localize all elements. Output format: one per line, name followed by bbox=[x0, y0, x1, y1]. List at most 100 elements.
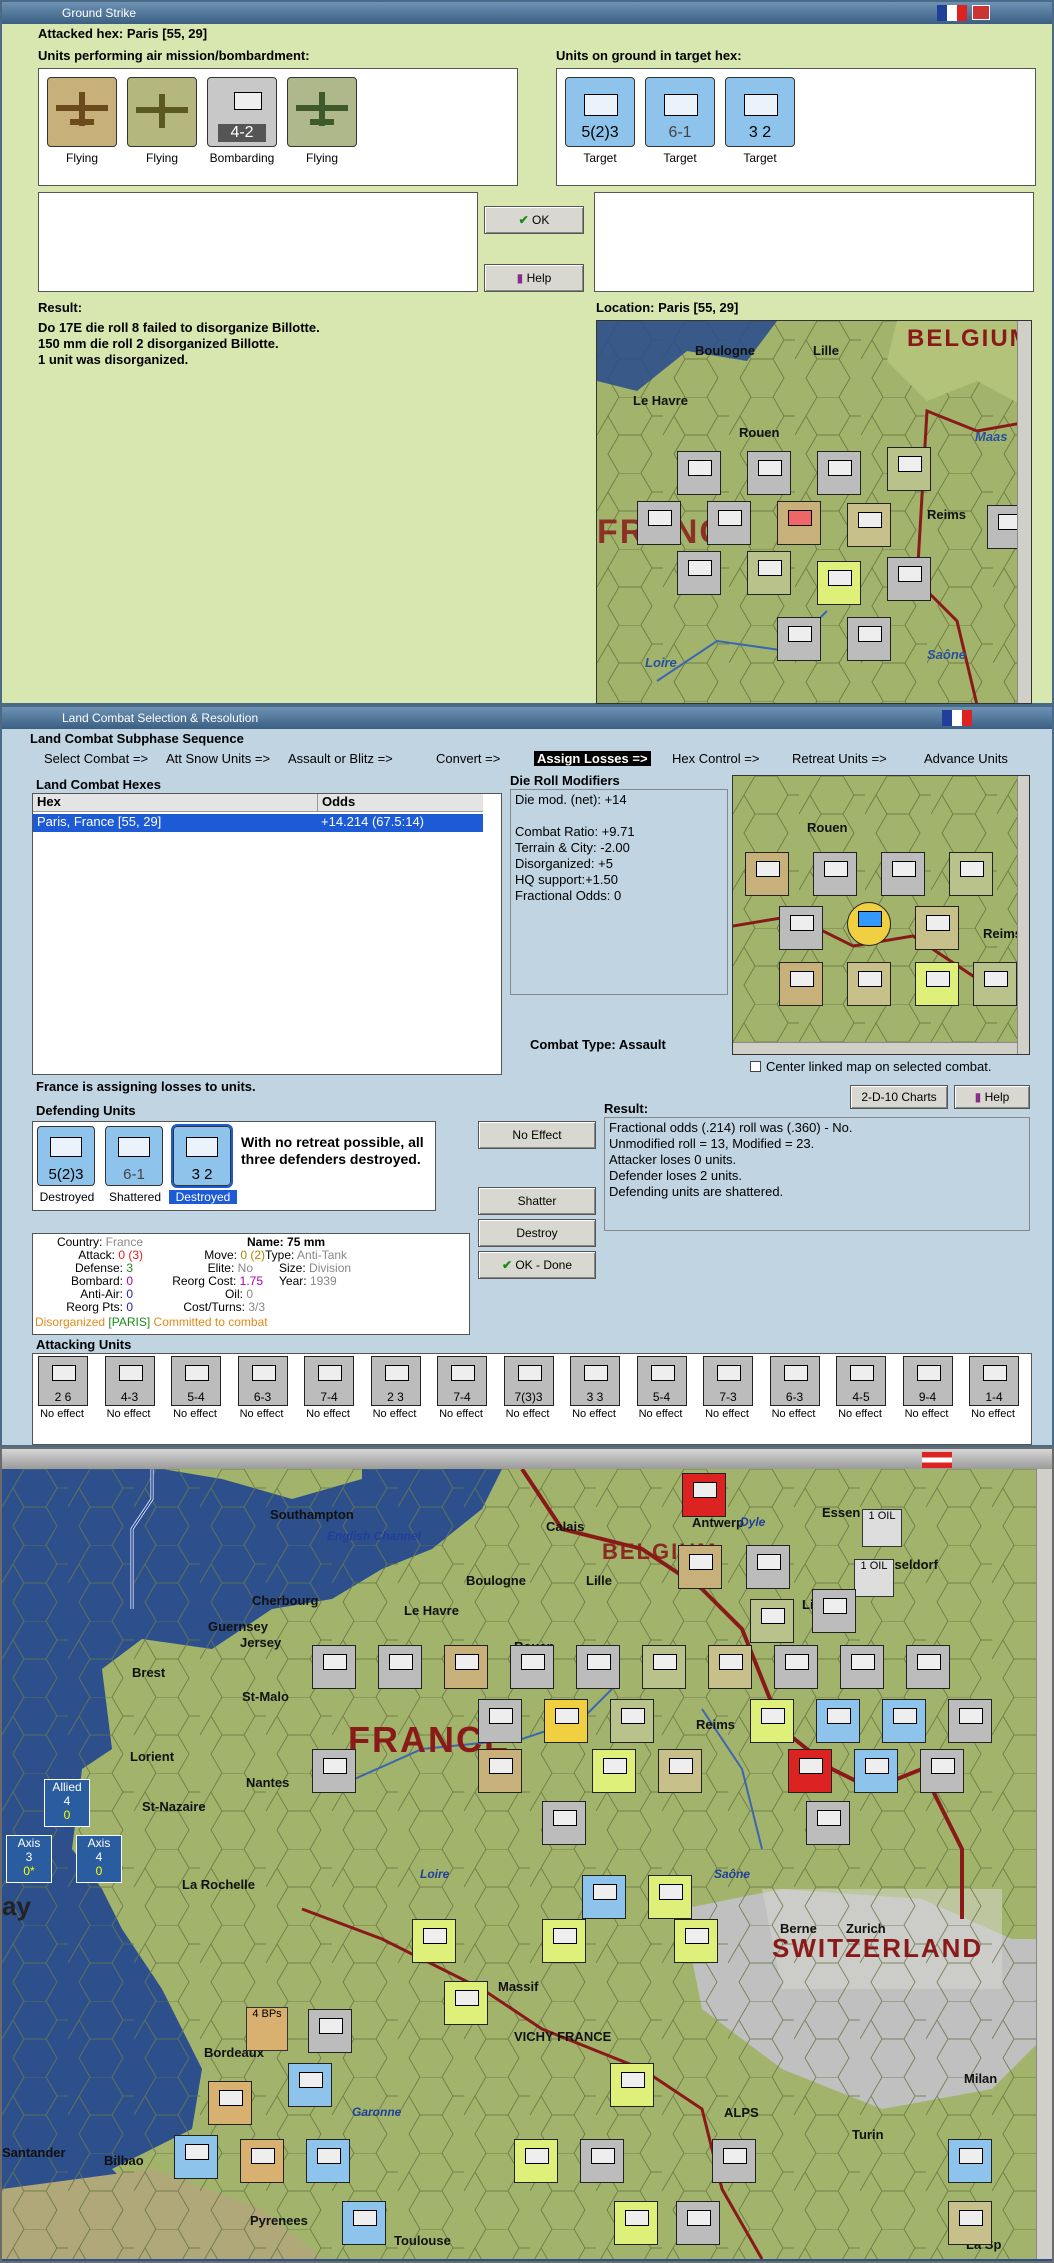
attacker-unit[interactable]: 4-3 No effect bbox=[99, 1354, 159, 1434]
attacker-unit[interactable]: 9-4 No effect bbox=[897, 1354, 957, 1434]
ground-unit-vi-garr[interactable]: 6-1 bbox=[645, 77, 715, 147]
shatter-button[interactable]: Shatter bbox=[478, 1187, 596, 1215]
step-select-combat[interactable]: Select Combat => bbox=[44, 751, 148, 766]
step-assault-blitz[interactable]: Assault or Blitz => bbox=[288, 751, 393, 766]
attacker-unit[interactable]: 5-4 No effect bbox=[631, 1354, 691, 1434]
map-counter[interactable] bbox=[973, 962, 1017, 1006]
map-counter[interactable] bbox=[478, 1749, 522, 1793]
map-counter[interactable] bbox=[817, 561, 861, 605]
attacker-unit[interactable]: 5-4 No effect bbox=[165, 1354, 225, 1434]
map-counter[interactable] bbox=[676, 2201, 720, 2245]
step-advance-units[interactable]: Advance Units bbox=[924, 751, 1008, 766]
map-counter[interactable] bbox=[882, 1699, 926, 1743]
map-counter[interactable] bbox=[610, 2063, 654, 2107]
table-row[interactable]: Paris, France [55, 29] +14.214 (67.5:14) bbox=[33, 814, 483, 832]
map-counter[interactable] bbox=[788, 1749, 832, 1793]
map-counter[interactable] bbox=[920, 1749, 964, 1793]
map-counter[interactable] bbox=[854, 1749, 898, 1793]
map-counter[interactable] bbox=[887, 447, 931, 491]
map-counter[interactable] bbox=[712, 2139, 756, 2183]
air-unit-ju87[interactable] bbox=[127, 77, 197, 147]
main-map-scrollbar-v[interactable] bbox=[1036, 1469, 1052, 2259]
map-counter[interactable] bbox=[948, 1699, 992, 1743]
map-counter[interactable] bbox=[747, 451, 791, 495]
map-counter[interactable] bbox=[948, 2201, 992, 2245]
map-counter[interactable] bbox=[510, 1645, 554, 1689]
map-counter[interactable] bbox=[674, 1919, 718, 1963]
air-unit-he111[interactable] bbox=[47, 77, 117, 147]
map-counter[interactable] bbox=[342, 2201, 386, 2245]
combat-marker[interactable] bbox=[777, 501, 821, 545]
map-counter[interactable] bbox=[750, 1599, 794, 1643]
map-counter[interactable] bbox=[707, 501, 751, 545]
map-counter[interactable] bbox=[779, 962, 823, 1006]
map-counter[interactable] bbox=[412, 1919, 456, 1963]
map-scrollbar[interactable] bbox=[1017, 321, 1031, 703]
attacker-unit[interactable]: 7-4 No effect bbox=[431, 1354, 491, 1434]
map-counter[interactable] bbox=[915, 906, 959, 950]
map-counter[interactable] bbox=[174, 2135, 218, 2179]
map-counter[interactable] bbox=[514, 2139, 558, 2183]
map-counter[interactable] bbox=[614, 2201, 658, 2245]
map-counter[interactable] bbox=[847, 617, 891, 661]
map-counter[interactable] bbox=[745, 852, 789, 896]
map-counter[interactable] bbox=[746, 1545, 790, 1589]
defender-75mm[interactable]: 3 2 bbox=[171, 1124, 233, 1188]
map-counter[interactable] bbox=[610, 1699, 654, 1743]
location-map[interactable]: Boulogne Lille Le Havre Rouen Reims Loir… bbox=[596, 320, 1032, 704]
bps-marker[interactable]: 4 BPs bbox=[246, 2007, 288, 2051]
map-counter[interactable] bbox=[580, 2139, 624, 2183]
map-counter[interactable] bbox=[816, 1699, 860, 1743]
map-counter[interactable] bbox=[840, 1645, 884, 1689]
map-counter[interactable] bbox=[677, 551, 721, 595]
map-counter[interactable] bbox=[813, 852, 857, 896]
step-convert[interactable]: Convert => bbox=[436, 751, 500, 766]
map-counter[interactable] bbox=[444, 1981, 488, 2025]
map-counter[interactable] bbox=[658, 1749, 702, 1793]
defender-billotte[interactable]: 5(2)3 bbox=[37, 1126, 95, 1186]
air-unit-do17[interactable] bbox=[287, 77, 357, 147]
map-counter[interactable] bbox=[542, 1919, 586, 1963]
map-counter[interactable] bbox=[444, 1645, 488, 1689]
map-counter[interactable] bbox=[637, 501, 681, 545]
ok-done-button[interactable]: ✔ OK - Done bbox=[478, 1251, 596, 1279]
charts-button[interactable]: 2-D-10 Charts bbox=[850, 1085, 948, 1109]
map-counter[interactable] bbox=[847, 503, 891, 547]
minimap-scrollbar-v[interactable] bbox=[1017, 776, 1029, 1054]
no-effect-button[interactable]: No Effect bbox=[478, 1121, 596, 1149]
map-counter[interactable] bbox=[777, 617, 821, 661]
map-counter[interactable] bbox=[576, 1645, 620, 1689]
ground-unit-75mm[interactable]: 3 2 bbox=[725, 77, 795, 147]
map-counter[interactable] bbox=[812, 1589, 856, 1633]
oil-marker[interactable]: 1 OIL bbox=[854, 1559, 894, 1597]
map-counter[interactable] bbox=[582, 1875, 626, 1919]
attacker-unit[interactable]: 4-5 No effect bbox=[830, 1354, 890, 1434]
minimap-scrollbar-h[interactable] bbox=[733, 1042, 1029, 1054]
map-counter[interactable] bbox=[312, 1645, 356, 1689]
map-counter[interactable] bbox=[306, 2139, 350, 2183]
defender-vi-garr[interactable]: 6-1 bbox=[105, 1126, 163, 1186]
map-counter[interactable] bbox=[915, 962, 959, 1006]
map-counter[interactable] bbox=[887, 557, 931, 601]
map-counter[interactable] bbox=[308, 2009, 352, 2053]
ground-unit-billotte[interactable]: 5(2)3 bbox=[565, 77, 635, 147]
map-counter[interactable] bbox=[948, 2139, 992, 2183]
map-counter[interactable] bbox=[817, 451, 861, 495]
map-counter[interactable] bbox=[678, 1545, 722, 1589]
map-counter[interactable] bbox=[378, 1645, 422, 1689]
step-att-snow[interactable]: Att Snow Units => bbox=[166, 751, 270, 766]
map-counter[interactable] bbox=[240, 2139, 284, 2183]
map-counter[interactable] bbox=[677, 451, 721, 495]
center-map-checkbox[interactable] bbox=[750, 1061, 761, 1072]
combat-marker[interactable] bbox=[847, 902, 891, 946]
map-counter[interactable] bbox=[542, 1801, 586, 1845]
attacker-unit[interactable]: 2 6 No effect bbox=[32, 1354, 92, 1434]
map-counter[interactable] bbox=[747, 551, 791, 595]
map-counter[interactable] bbox=[750, 1699, 794, 1743]
attacker-unit[interactable]: 6-3 No effect bbox=[764, 1354, 824, 1434]
air-unit-150mm[interactable]: 4-2 bbox=[207, 77, 277, 147]
attacker-unit[interactable]: 7-3 No effect bbox=[697, 1354, 757, 1434]
map-counter[interactable] bbox=[288, 2063, 332, 2107]
step-hex-control[interactable]: Hex Control => bbox=[672, 751, 759, 766]
attacker-unit[interactable]: 1-4 No effect bbox=[963, 1354, 1023, 1434]
